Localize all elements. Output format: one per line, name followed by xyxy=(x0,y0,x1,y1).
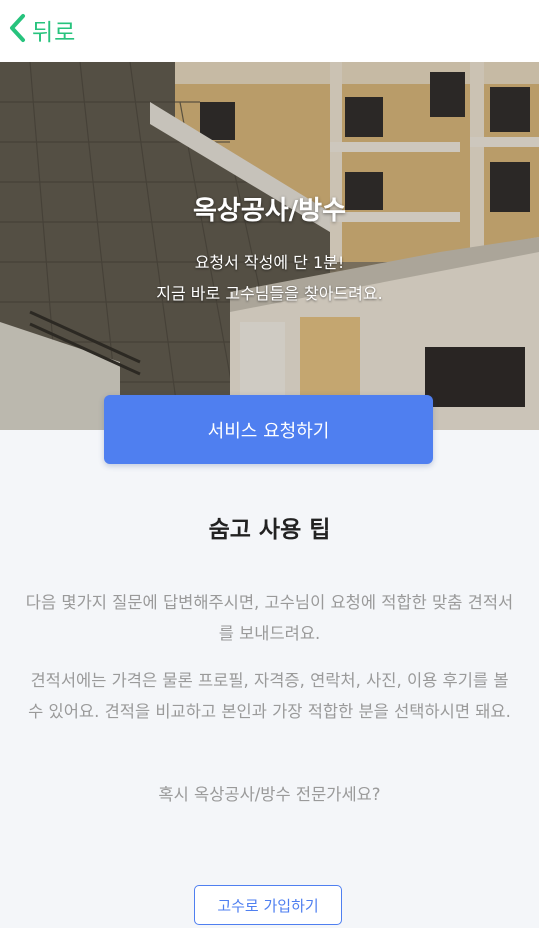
tips-paragraph-1: 다음 몇가지 질문에 답변해주시면, 고수님이 요청에 적합한 맞춤 견적서를 … xyxy=(25,593,514,643)
signup-as-expert-button[interactable]: 고수로 가입하기 xyxy=(194,885,342,925)
hero-overlay xyxy=(0,62,539,430)
hero-subtitle-line2: 지금 바로 고수님들을 찾아드려요. xyxy=(156,284,383,303)
back-button[interactable]: 뒤로 xyxy=(8,12,76,48)
hero-title: 옥상공사/방수 xyxy=(192,196,347,226)
hero-banner: 옥상공사/방수 요청서 작성에 단 1분! 지금 바로 고수님들을 찾아드려요. xyxy=(0,62,539,430)
back-label: 뒤로 xyxy=(32,20,77,46)
top-bar: 뒤로 xyxy=(0,0,539,62)
tips-paragraph-2: 견적서에는 가격은 물론 프로필, 자격증, 연락처, 사진, 이용 후기를 볼… xyxy=(28,671,511,721)
hero-subtitle-line1: 요청서 작성에 단 1분! xyxy=(194,253,345,272)
request-service-button[interactable]: 서비스 요청하기 xyxy=(104,395,433,464)
expert-question: 혹시 옥상공사/방수 전문가세요? xyxy=(158,785,381,804)
tips-title: 숨고 사용 팁 xyxy=(208,517,331,543)
chevron-left-icon xyxy=(8,13,26,47)
